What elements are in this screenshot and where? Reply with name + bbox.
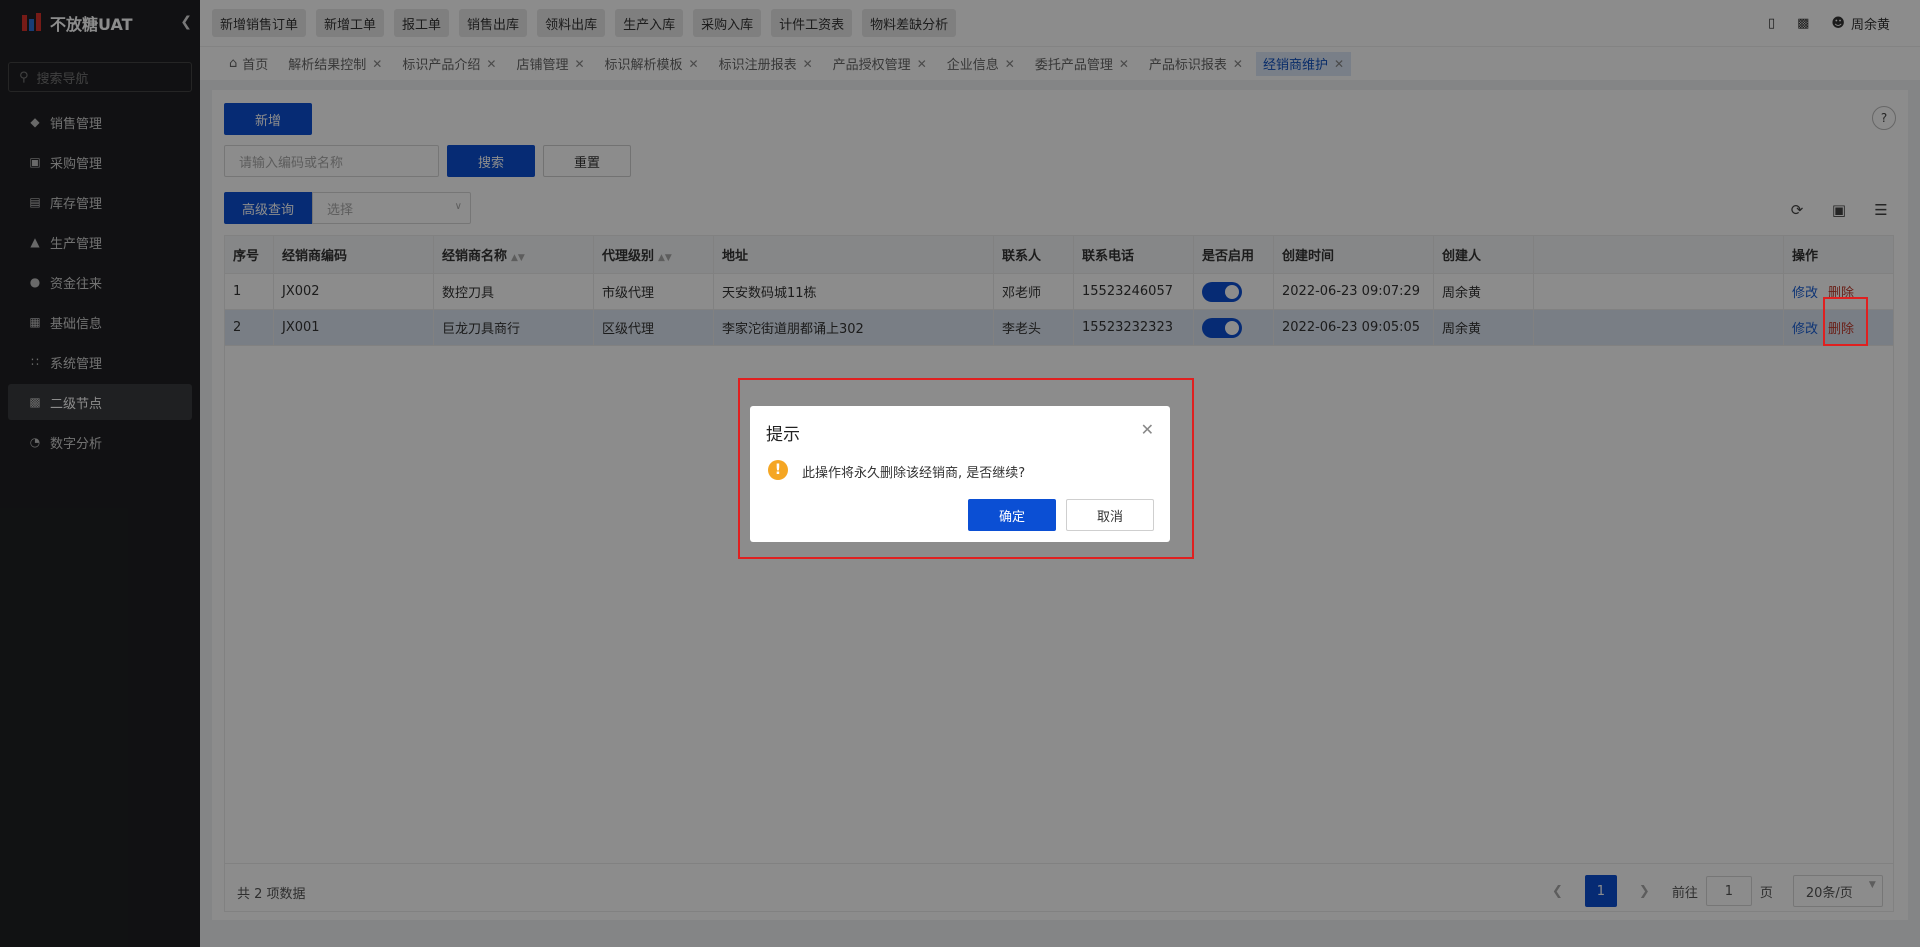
cancel-button[interactable]: 取消	[1066, 499, 1154, 531]
dialog-title: 提示	[766, 425, 800, 445]
highlight-delete-link	[1823, 297, 1868, 346]
confirm-button[interactable]: 确定	[968, 499, 1056, 531]
warning-icon: !	[768, 460, 788, 480]
close-icon[interactable]: ✕	[1141, 420, 1154, 439]
confirm-dialog: 提示 ✕ ! 此操作将永久删除该经销商, 是否继续? 确定 取消	[750, 406, 1170, 542]
dialog-message: 此操作将永久删除该经销商, 是否继续?	[802, 466, 1026, 481]
